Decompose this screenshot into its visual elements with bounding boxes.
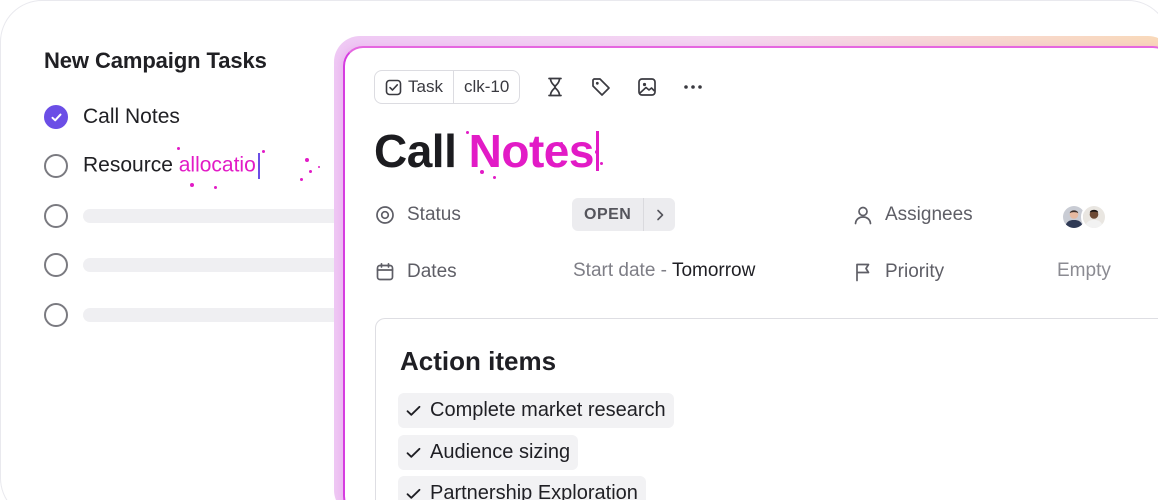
task-label: Call Notes <box>83 105 180 128</box>
task-title[interactable]: Call Notes <box>374 124 599 178</box>
chevron-right-icon[interactable] <box>643 198 675 231</box>
action-item-label: Audience sizing <box>430 441 571 463</box>
task-type-button[interactable]: Task <box>375 71 453 103</box>
dates-prefix: Start date - <box>573 260 672 281</box>
start-date-value: Tomorrow <box>671 260 756 281</box>
sparkle-dot <box>190 183 194 187</box>
action-item[interactable]: Complete market research <box>398 393 674 428</box>
sparkle-dot <box>318 166 320 168</box>
task-item-call-notes[interactable]: Call Notes <box>44 104 180 130</box>
sparkle-dot <box>305 158 309 162</box>
task-label-editing[interactable]: Resource allocatio <box>83 153 260 179</box>
task-type-chip-group: Task clk-10 <box>374 70 521 104</box>
image-icon[interactable] <box>636 76 658 98</box>
dates-value[interactable]: Start date - Tomorrow <box>573 260 765 282</box>
task-item-placeholder[interactable] <box>44 252 343 278</box>
task-toolbar: Task clk-10 <box>374 70 704 104</box>
sparkle-dot <box>466 131 469 134</box>
task-list-panel: New Campaign Tasks <box>44 48 344 74</box>
dates-label: Dates <box>407 261 457 282</box>
task-label-text: Resource <box>83 153 179 177</box>
assignee-avatars[interactable] <box>1061 204 1107 230</box>
task-checkbox-icon <box>385 79 402 95</box>
task-title-text: Call <box>374 125 469 177</box>
placeholder-bar <box>83 258 343 272</box>
status-icon <box>376 206 394 224</box>
action-items-title: Action items <box>400 346 557 376</box>
action-item[interactable]: Audience sizing <box>398 435 579 470</box>
flag-icon <box>856 263 870 282</box>
more-icon[interactable] <box>682 76 704 98</box>
action-item[interactable]: Partnership Exploration <box>398 476 646 500</box>
task-list-title: New Campaign Tasks <box>44 48 267 73</box>
person-icon <box>854 206 872 225</box>
status-value: OPEN <box>584 205 632 223</box>
dates-field-label: Dates <box>375 261 457 283</box>
assignees-label: Assignees <box>885 204 973 225</box>
sparkle-dot <box>560 142 563 145</box>
task-item-placeholder[interactable] <box>44 302 343 328</box>
text-cursor <box>257 153 260 179</box>
sparkle-dot <box>480 170 484 174</box>
check-icon <box>406 405 421 416</box>
status-dropdown[interactable]: OPEN <box>572 198 676 231</box>
checked-checkbox-icon[interactable] <box>44 105 68 129</box>
checkbox-icon[interactable] <box>44 154 68 178</box>
status-field-label: Status <box>375 204 461 226</box>
sparkle-dot <box>214 186 217 189</box>
task-label-typing-text: allocatio <box>178 153 256 177</box>
assignees-field-label: Assignees <box>853 204 973 226</box>
action-item-label: Complete market research <box>430 399 666 421</box>
priority-value[interactable]: Empty <box>1057 260 1111 282</box>
tag-icon[interactable] <box>590 76 612 98</box>
task-item-resource-allocation[interactable]: Resource allocatio <box>44 153 260 179</box>
sparkle-dot <box>493 176 496 179</box>
calendar-icon <box>376 262 394 281</box>
checkbox-icon[interactable] <box>44 204 68 228</box>
avatar[interactable] <box>1081 204 1107 230</box>
task-type-label: Task <box>408 77 443 96</box>
task-item-placeholder[interactable] <box>44 203 343 229</box>
priority-field-label: Priority <box>853 261 944 283</box>
placeholder-bar <box>83 209 343 223</box>
check-icon <box>406 447 421 458</box>
sparkle-dot <box>300 178 303 181</box>
task-id-label: clk-10 <box>463 77 510 96</box>
sparkle-dot <box>262 150 265 153</box>
priority-label: Priority <box>885 261 945 282</box>
placeholder-bar <box>83 308 343 322</box>
action-item-label: Partnership Exploration <box>430 482 638 500</box>
task-id-button[interactable]: clk-10 <box>452 71 519 103</box>
sparkle-dot <box>595 150 599 154</box>
sparkle-dot <box>600 162 603 165</box>
hourglass-icon[interactable] <box>544 76 566 98</box>
checkbox-icon[interactable] <box>44 303 68 327</box>
checkbox-icon[interactable] <box>44 253 68 277</box>
sparkle-dot <box>177 147 180 150</box>
status-label: Status <box>407 204 461 225</box>
check-icon <box>406 488 421 499</box>
task-title-typing-text: Notes <box>468 125 595 177</box>
sparkle-dot <box>309 170 312 173</box>
